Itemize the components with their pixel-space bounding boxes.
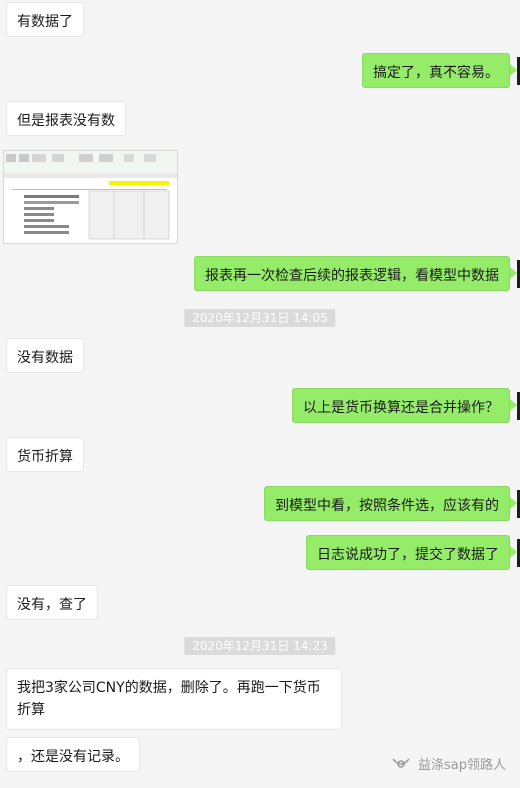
watermark: 益涤sap领路人: [390, 754, 506, 773]
message-bubble[interactable]: 有数据了: [6, 2, 84, 37]
message-bubble[interactable]: 我把3家公司CNY的数据，删除了。再跑一下货币折算: [6, 668, 342, 730]
timestamp: 2020年12月31日 14:23: [184, 637, 336, 655]
image-message[interactable]: [3, 150, 178, 244]
message-bubble[interactable]: 货币折算: [6, 437, 84, 472]
message-bubble-self[interactable]: 搞定了，真不容易。: [362, 53, 510, 88]
message-bubble-self[interactable]: 到模型中看，按照条件选，应该有的: [264, 486, 510, 521]
bubble-tail: [510, 546, 517, 558]
bubble-tail: [510, 399, 517, 411]
wechat-channel-icon: [392, 757, 410, 768]
timestamp: 2020年12月31日 14:05: [184, 309, 336, 327]
bubble-tail: [510, 64, 517, 76]
message-bubble[interactable]: 没有数据: [6, 338, 84, 373]
message-bubble-self[interactable]: 报表再一次检查后续的报表逻辑，看模型中数据: [194, 256, 510, 291]
spreadsheet-thumbnail: [4, 151, 177, 240]
message-bubble[interactable]: 但是报表没有数: [6, 101, 126, 136]
message-bubble[interactable]: ，还是没有记录。: [6, 737, 140, 772]
bubble-tail: [510, 497, 517, 509]
message-bubble-self[interactable]: 以上是货币换算还是合并操作？: [292, 388, 510, 423]
watermark-text: 益涤sap领路人: [418, 758, 506, 773]
message-bubble-self[interactable]: 日志说成功了，提交了数据了: [306, 535, 510, 570]
message-bubble[interactable]: 没有，查了: [6, 585, 98, 620]
bubble-tail: [510, 267, 517, 279]
